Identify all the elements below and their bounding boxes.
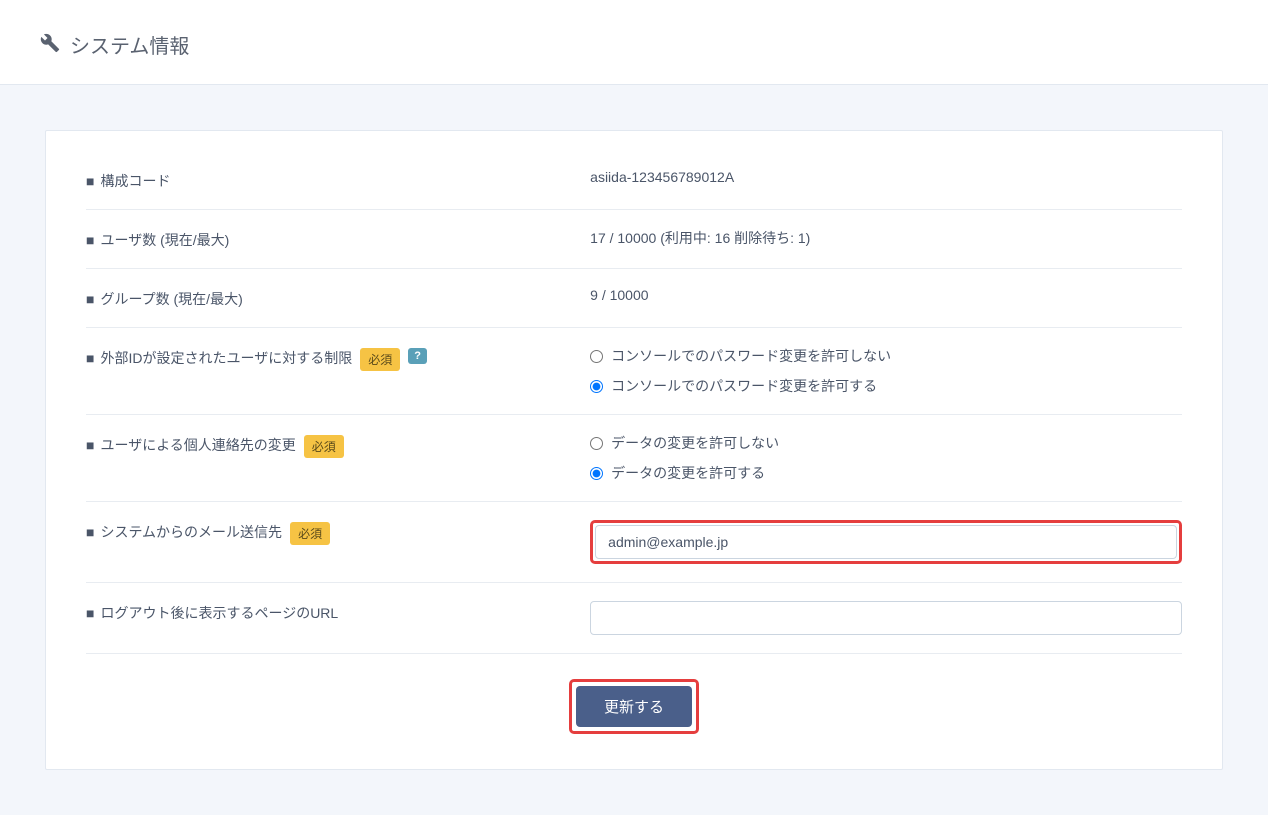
row-logout-page: ■ログアウト後に表示するページのURL xyxy=(86,583,1182,654)
radio-input[interactable] xyxy=(590,350,603,363)
required-badge: 必須 xyxy=(290,522,330,545)
content-area: ■構成コード asiida-123456789012A ■ユーザ数 (現在/最大… xyxy=(0,85,1268,815)
radio-group-contact-change: データの変更を許可しない データの変更を許可する xyxy=(590,433,1182,483)
radio-input[interactable] xyxy=(590,380,603,393)
label-logout-page: ■ログアウト後に表示するページのURL xyxy=(86,603,338,623)
radio-option[interactable]: コンソールでのパスワード変更を許可する xyxy=(590,376,1182,396)
settings-card: ■構成コード asiida-123456789012A ■ユーザ数 (現在/最大… xyxy=(45,130,1223,770)
highlight-annotation-submit: 更新する xyxy=(569,679,699,734)
radio-label: データの変更を許可しない xyxy=(611,433,779,453)
radio-label: データの変更を許可する xyxy=(611,463,765,483)
submit-button[interactable]: 更新する xyxy=(576,686,692,727)
system-mail-input[interactable] xyxy=(595,525,1177,559)
highlight-annotation-email xyxy=(590,520,1182,564)
row-user-contact-change: ■ユーザによる個人連絡先の変更 必須 データの変更を許可しない データの変更を許… xyxy=(86,415,1182,502)
row-config-code: ■構成コード asiida-123456789012A xyxy=(86,151,1182,210)
row-user-count: ■ユーザ数 (現在/最大) 17 / 10000 (利用中: 16 削除待ち: … xyxy=(86,210,1182,269)
label-group-count: ■グループ数 (現在/最大) xyxy=(86,289,243,309)
logout-page-input[interactable] xyxy=(590,601,1182,635)
page-header: システム情報 xyxy=(0,0,1268,85)
required-badge: 必須 xyxy=(304,435,344,458)
radio-input[interactable] xyxy=(590,437,603,450)
required-badge: 必須 xyxy=(360,348,400,371)
label-user-count: ■ユーザ数 (現在/最大) xyxy=(86,230,229,250)
radio-option[interactable]: コンソールでのパスワード変更を許可しない xyxy=(590,346,1182,366)
wrench-icon xyxy=(40,33,60,56)
page-title: システム情報 xyxy=(70,30,189,59)
label-user-contact-change: ■ユーザによる個人連絡先の変更 xyxy=(86,435,296,455)
value-user-count: 17 / 10000 (利用中: 16 削除待ち: 1) xyxy=(590,228,1182,250)
row-group-count: ■グループ数 (現在/最大) 9 / 10000 xyxy=(86,269,1182,328)
label-config-code: ■構成コード xyxy=(86,171,170,191)
label-external-id-restriction: ■外部IDが設定されたユーザに対する制限 xyxy=(86,348,352,368)
row-external-id-restriction: ■外部IDが設定されたユーザに対する制限 必須 ? コンソールでのパスワード変更… xyxy=(86,328,1182,415)
radio-input[interactable] xyxy=(590,467,603,480)
button-row: 更新する xyxy=(86,654,1182,734)
radio-group-external-id: コンソールでのパスワード変更を許可しない コンソールでのパスワード変更を許可する xyxy=(590,346,1182,396)
radio-option[interactable]: データの変更を許可する xyxy=(590,463,1182,483)
radio-option[interactable]: データの変更を許可しない xyxy=(590,433,1182,453)
value-group-count: 9 / 10000 xyxy=(590,287,1182,309)
row-system-mail: ■システムからのメール送信先 必須 xyxy=(86,502,1182,583)
help-icon[interactable]: ? xyxy=(408,348,427,364)
radio-label: コンソールでのパスワード変更を許可しない xyxy=(611,346,891,366)
label-system-mail: ■システムからのメール送信先 xyxy=(86,522,282,542)
radio-label: コンソールでのパスワード変更を許可する xyxy=(611,376,877,396)
value-config-code: asiida-123456789012A xyxy=(590,169,1182,191)
